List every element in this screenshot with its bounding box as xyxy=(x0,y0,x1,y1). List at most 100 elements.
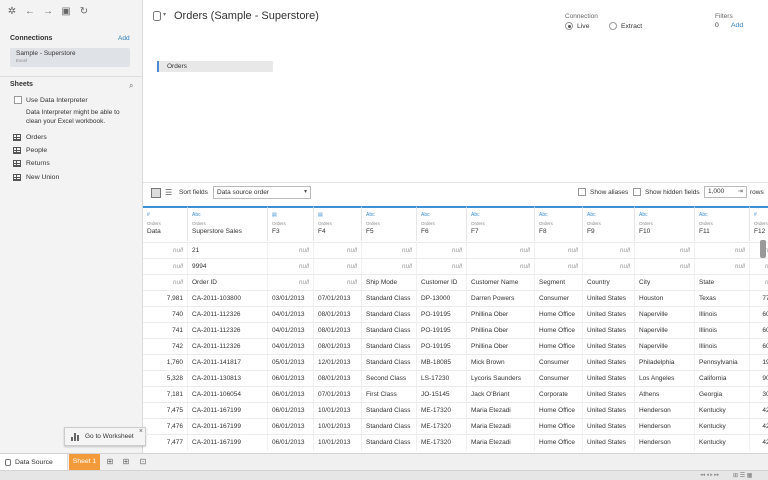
table-row: 7,476 CA-2011-167199 06/01/2013 10/01/2013 S… xyxy=(143,418,768,435)
column-header[interactable]: ▤ Orders F3 xyxy=(268,206,314,241)
table-cell: CA-2011-141817 xyxy=(188,355,268,371)
sheet-item-orders[interactable]: Orders xyxy=(13,134,47,141)
date-type-icon[interactable]: ▤ xyxy=(272,212,313,219)
data-source-tab[interactable]: Data Source xyxy=(0,454,68,470)
canvas-table-orders[interactable]: Orders xyxy=(157,61,273,72)
string-type-icon[interactable]: Abc xyxy=(421,212,466,219)
grid-view-icon[interactable] xyxy=(151,188,161,198)
string-type-icon[interactable]: Abc xyxy=(471,212,534,219)
show-hidden-label: Show hidden fields xyxy=(645,188,700,196)
string-type-icon[interactable]: Abc xyxy=(539,212,582,219)
column-source: Orders xyxy=(699,221,713,226)
tableau-logo-icon[interactable]: ✲ xyxy=(6,5,18,17)
show-aliases-checkbox[interactable] xyxy=(578,188,586,196)
divider xyxy=(0,76,143,77)
column-header[interactable]: Abc Orders F9 xyxy=(583,206,635,241)
apply-arrow-icon[interactable]: ⇥ xyxy=(738,187,743,197)
new-story-icon[interactable]: ⊡ xyxy=(138,457,148,467)
column-name: F10 xyxy=(639,228,651,235)
page-title[interactable]: Orders (Sample - Superstore) xyxy=(174,10,319,22)
vertical-scrollbar[interactable] xyxy=(760,240,766,258)
data-source-icon[interactable] xyxy=(153,11,161,21)
string-type-icon[interactable]: Abc xyxy=(639,212,694,219)
chevron-down-icon[interactable]: ▾ xyxy=(163,11,166,18)
table-cell: 42,4 xyxy=(750,403,768,419)
table-cell: PO-19195 xyxy=(417,307,467,323)
sheet-item-people[interactable]: People xyxy=(13,147,47,154)
table-cell: null xyxy=(362,259,417,275)
sheet-item-returns[interactable]: Returns xyxy=(13,160,50,167)
column-source: Orders xyxy=(272,221,286,226)
table-cell: Standard Class xyxy=(362,307,417,323)
table-cell: Los Angeles xyxy=(635,371,695,387)
table-cell: 10/01/2013 xyxy=(314,435,362,451)
string-type-icon[interactable]: Abc xyxy=(192,212,267,219)
sort-fields-select[interactable]: Data source order ▾ xyxy=(213,186,311,199)
column-header[interactable]: Abc Orders F5 xyxy=(362,206,417,241)
add-filter-link[interactable]: Add xyxy=(731,22,743,29)
sheet-tab[interactable]: Sheet 1 xyxy=(69,454,100,470)
table-cell: Maria Etezadi xyxy=(467,435,535,451)
column-header[interactable]: Abc Orders F8 xyxy=(535,206,583,241)
table-cell: PO-19195 xyxy=(417,339,467,355)
go-to-worksheet-tooltip[interactable]: Go to Worksheet × xyxy=(64,427,146,446)
table-cell: United States xyxy=(583,339,635,355)
connection-item[interactable]: Sample - Superstore Excel xyxy=(10,48,130,67)
column-header[interactable]: Abc Orders F10 xyxy=(635,206,695,241)
table-cell: 06/01/2013 xyxy=(268,387,314,403)
column-header[interactable]: Abc Orders F11 xyxy=(695,206,750,241)
column-header[interactable]: Abc Orders F6 xyxy=(417,206,467,241)
show-aliases-toggle[interactable]: Show aliases xyxy=(578,188,628,196)
table-cell: California xyxy=(695,371,750,387)
table-cell: Maria Etezadi xyxy=(467,403,535,419)
column-header[interactable]: # Orders Data xyxy=(143,206,188,241)
save-icon[interactable]: ▣ xyxy=(60,5,72,17)
new-worksheet-icon[interactable]: ⊞ xyxy=(105,457,115,467)
table-cell: null xyxy=(750,275,768,291)
filters-count: 0 xyxy=(715,22,719,29)
data-interpreter-checkbox[interactable] xyxy=(14,96,22,104)
column-name: F5 xyxy=(366,228,374,235)
table-cell: 07/01/2013 xyxy=(314,387,362,403)
live-radio[interactable] xyxy=(565,22,573,30)
number-type-icon[interactable]: # xyxy=(754,212,768,219)
new-union-item[interactable]: New Union xyxy=(13,174,59,181)
string-type-icon[interactable]: Abc xyxy=(366,212,416,219)
new-dashboard-icon[interactable]: ⊞ xyxy=(121,457,131,467)
column-source: Orders xyxy=(318,221,332,226)
column-header[interactable]: ▤ Orders F4 xyxy=(314,206,362,241)
column-header[interactable]: Abc Orders Superstore Sales xyxy=(188,206,268,241)
refresh-icon[interactable]: ↻ xyxy=(78,5,90,17)
forward-icon[interactable]: → xyxy=(42,5,54,17)
search-icon[interactable]: ⌕ xyxy=(129,81,133,91)
table-cell: Illinois xyxy=(695,339,750,355)
extract-option[interactable]: Extract xyxy=(609,22,642,30)
sheet-navigation-arrows[interactable]: ◂◂ ◂ ▸ ▸▸ xyxy=(700,472,719,478)
column-source: Orders xyxy=(539,221,553,226)
table-row: 7,181 CA-2011-106054 06/01/2013 07/01/2013 F… xyxy=(143,386,768,403)
live-option[interactable]: Live xyxy=(565,22,589,30)
add-connection-link[interactable]: Add xyxy=(118,35,130,42)
data-interpreter-toggle[interactable]: Use Data Interpreter xyxy=(14,96,88,104)
table-cell: Athens xyxy=(635,387,695,403)
number-type-icon[interactable]: # xyxy=(147,212,187,219)
column-source: Orders xyxy=(639,221,653,226)
column-name: F6 xyxy=(421,228,429,235)
table-cell: Kentucky xyxy=(695,419,750,435)
string-type-icon[interactable]: Abc xyxy=(587,212,634,219)
rows-input[interactable]: 1,000 ⇥ xyxy=(704,186,747,198)
date-type-icon[interactable]: ▤ xyxy=(318,212,361,219)
table-cell: ME-17320 xyxy=(417,403,467,419)
show-hidden-fields-toggle[interactable]: Show hidden fields xyxy=(633,188,700,196)
back-icon[interactable]: ← xyxy=(24,5,36,17)
string-type-icon[interactable]: Abc xyxy=(699,212,749,219)
table-cell: Naperville xyxy=(635,323,695,339)
table-row: 5,328 CA-2011-130813 06/01/2013 08/01/2013 S… xyxy=(143,370,768,387)
table-cell: null xyxy=(268,259,314,275)
column-header[interactable]: # Orders F12 xyxy=(750,206,768,241)
list-view-icon[interactable]: ☰ xyxy=(165,188,175,198)
view-mode-icons[interactable]: ⊞ ☰ ▦ xyxy=(733,472,752,479)
extract-radio[interactable] xyxy=(609,22,617,30)
column-header[interactable]: Abc Orders F7 xyxy=(467,206,535,241)
show-hidden-checkbox[interactable] xyxy=(633,188,641,196)
